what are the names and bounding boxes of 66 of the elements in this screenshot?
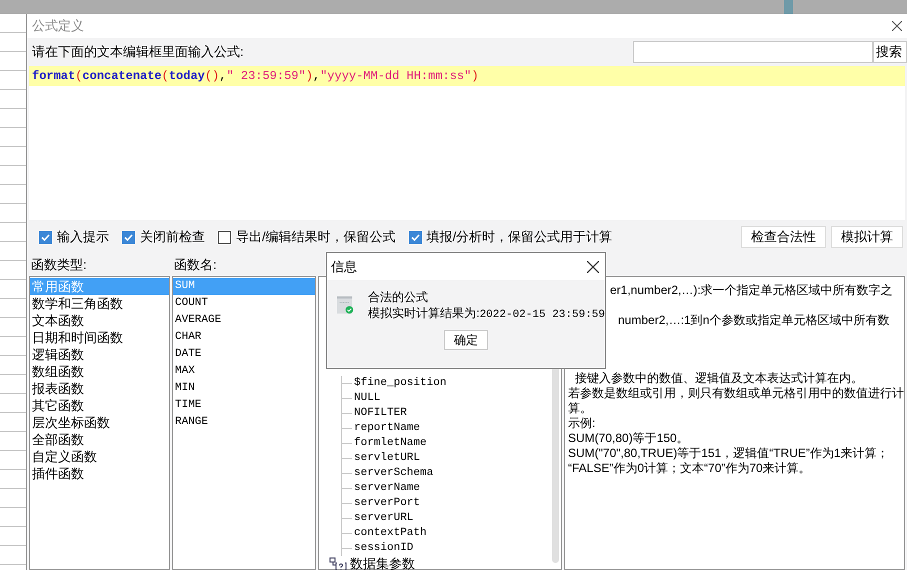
message-text: 模拟实时计算结果为:2022-02-15 23:59:59 <box>368 305 605 323</box>
checkbox[interactable] <box>218 230 231 244</box>
option-label: 输入提示 <box>57 228 109 246</box>
close-icon[interactable] <box>892 21 902 31</box>
tree-item[interactable]: formletName <box>354 435 427 452</box>
section-label: 函数类型: <box>31 256 88 274</box>
action-button[interactable]: 检查合法性 <box>741 226 826 248</box>
function-type-item[interactable]: 文本函数 <box>30 312 169 329</box>
function-type-item[interactable]: 逻辑函数 <box>30 346 169 363</box>
description-text: er1,number2,…):求一个指定单元格区域中所有数字之 <box>610 283 893 298</box>
function-type-item[interactable]: 其它函数 <box>30 397 169 414</box>
tree-item[interactable]: sessionID <box>354 540 414 557</box>
function-type-item[interactable]: 数组函数 <box>30 363 169 380</box>
tree-item[interactable]: NULL <box>354 390 380 407</box>
prompt-label: 请在下面的文本编辑框里面输入公式: <box>32 43 244 62</box>
option-label: 关闭前检查 <box>140 228 205 246</box>
function-type-item[interactable]: 全部函数 <box>30 431 169 448</box>
message-heading: 合法的公式 <box>368 289 430 305</box>
tree-item[interactable]: serverSchema <box>354 465 434 482</box>
tree-item[interactable]: contextPath <box>354 525 427 542</box>
function-type-item[interactable]: 数学和三角函数 <box>30 295 169 312</box>
close-icon[interactable] <box>587 260 599 272</box>
function-name-item[interactable]: COUNT <box>173 295 315 312</box>
function-type-item[interactable]: 日期和时间函数 <box>30 329 169 346</box>
description-text: 若参数是数组或引用，则只有数组或单元格引用中的数值进行计 <box>568 386 904 401</box>
checkbox[interactable] <box>122 230 135 244</box>
tree-item[interactable]: servletURL <box>354 450 420 467</box>
tree-item[interactable]: NOFILTER <box>354 405 407 422</box>
option-label: 填报/分析时，保留公式用于计算 <box>426 228 612 246</box>
dialog-title: 信息 <box>331 258 357 276</box>
function-type-item[interactable]: 自定义函数 <box>30 448 169 465</box>
description-text: SUM("70",80,TRUE)等于151，逻辑值“TRUE”作为1来计算； <box>568 446 889 461</box>
tree-item[interactable]: serverPort <box>354 495 420 512</box>
function-name-item[interactable]: TIME <box>173 397 315 414</box>
description-text: 算。 <box>568 401 592 416</box>
tree-item[interactable]: $fine_position <box>354 375 446 392</box>
ok-button[interactable]: 确定 <box>444 330 488 350</box>
function-name-item[interactable]: RANGE <box>173 414 315 431</box>
tree-item[interactable]: reportName <box>354 420 420 437</box>
tree-item[interactable]: serverName <box>354 480 420 497</box>
tree-item[interactable]: serverURL <box>354 510 414 527</box>
description-text: SUM(70,80)等于150。 <box>568 431 689 446</box>
search-button[interactable]: 搜索 <box>873 41 907 63</box>
action-button[interactable]: 模拟计算 <box>831 226 903 248</box>
checkbox[interactable] <box>408 230 422 244</box>
scroll-marker <box>784 0 793 14</box>
formula-editor[interactable]: format(concatenate(today()," 23:59:59"),"yyyy-MM-dd HH:mm:ss") <box>29 66 905 220</box>
function-name-item[interactable]: AVERAGE <box>173 312 315 329</box>
description-text: “FALSE”作为0计算；文本“70”作为70来计算。 <box>568 461 811 476</box>
function-name-item[interactable]: CHAR <box>173 329 315 346</box>
section-label: 函数名: <box>174 256 217 274</box>
function-type-item[interactable]: 报表函数 <box>30 380 169 397</box>
formula-text: format(concatenate(today()," 23:59:59"),"yyyy-MM-dd HH:mm:ss") <box>32 68 479 85</box>
description-text: 示例: <box>568 416 596 431</box>
description-text: 接键入参数中的数值、逻辑值及文本表达式计算在内。 <box>575 371 863 386</box>
description-text: number2,…:1到n个参数或指定单元格区域中所有数 <box>618 313 890 328</box>
function-type-item[interactable]: 层次坐标函数 <box>30 414 169 431</box>
window-title: 公式定义 <box>32 17 84 36</box>
option-label: 导出/编辑结果时，保留公式 <box>236 228 396 246</box>
function-name-item[interactable]: MAX <box>173 363 315 380</box>
tree-item[interactable]: 数据集参数 <box>350 556 415 570</box>
function-type-item[interactable]: 插件函数 <box>30 465 169 482</box>
checkbox[interactable] <box>39 230 52 244</box>
function-name-item[interactable]: DATE <box>173 346 315 363</box>
search-field[interactable] <box>633 41 873 63</box>
function-name-item[interactable]: MIN <box>173 380 315 397</box>
